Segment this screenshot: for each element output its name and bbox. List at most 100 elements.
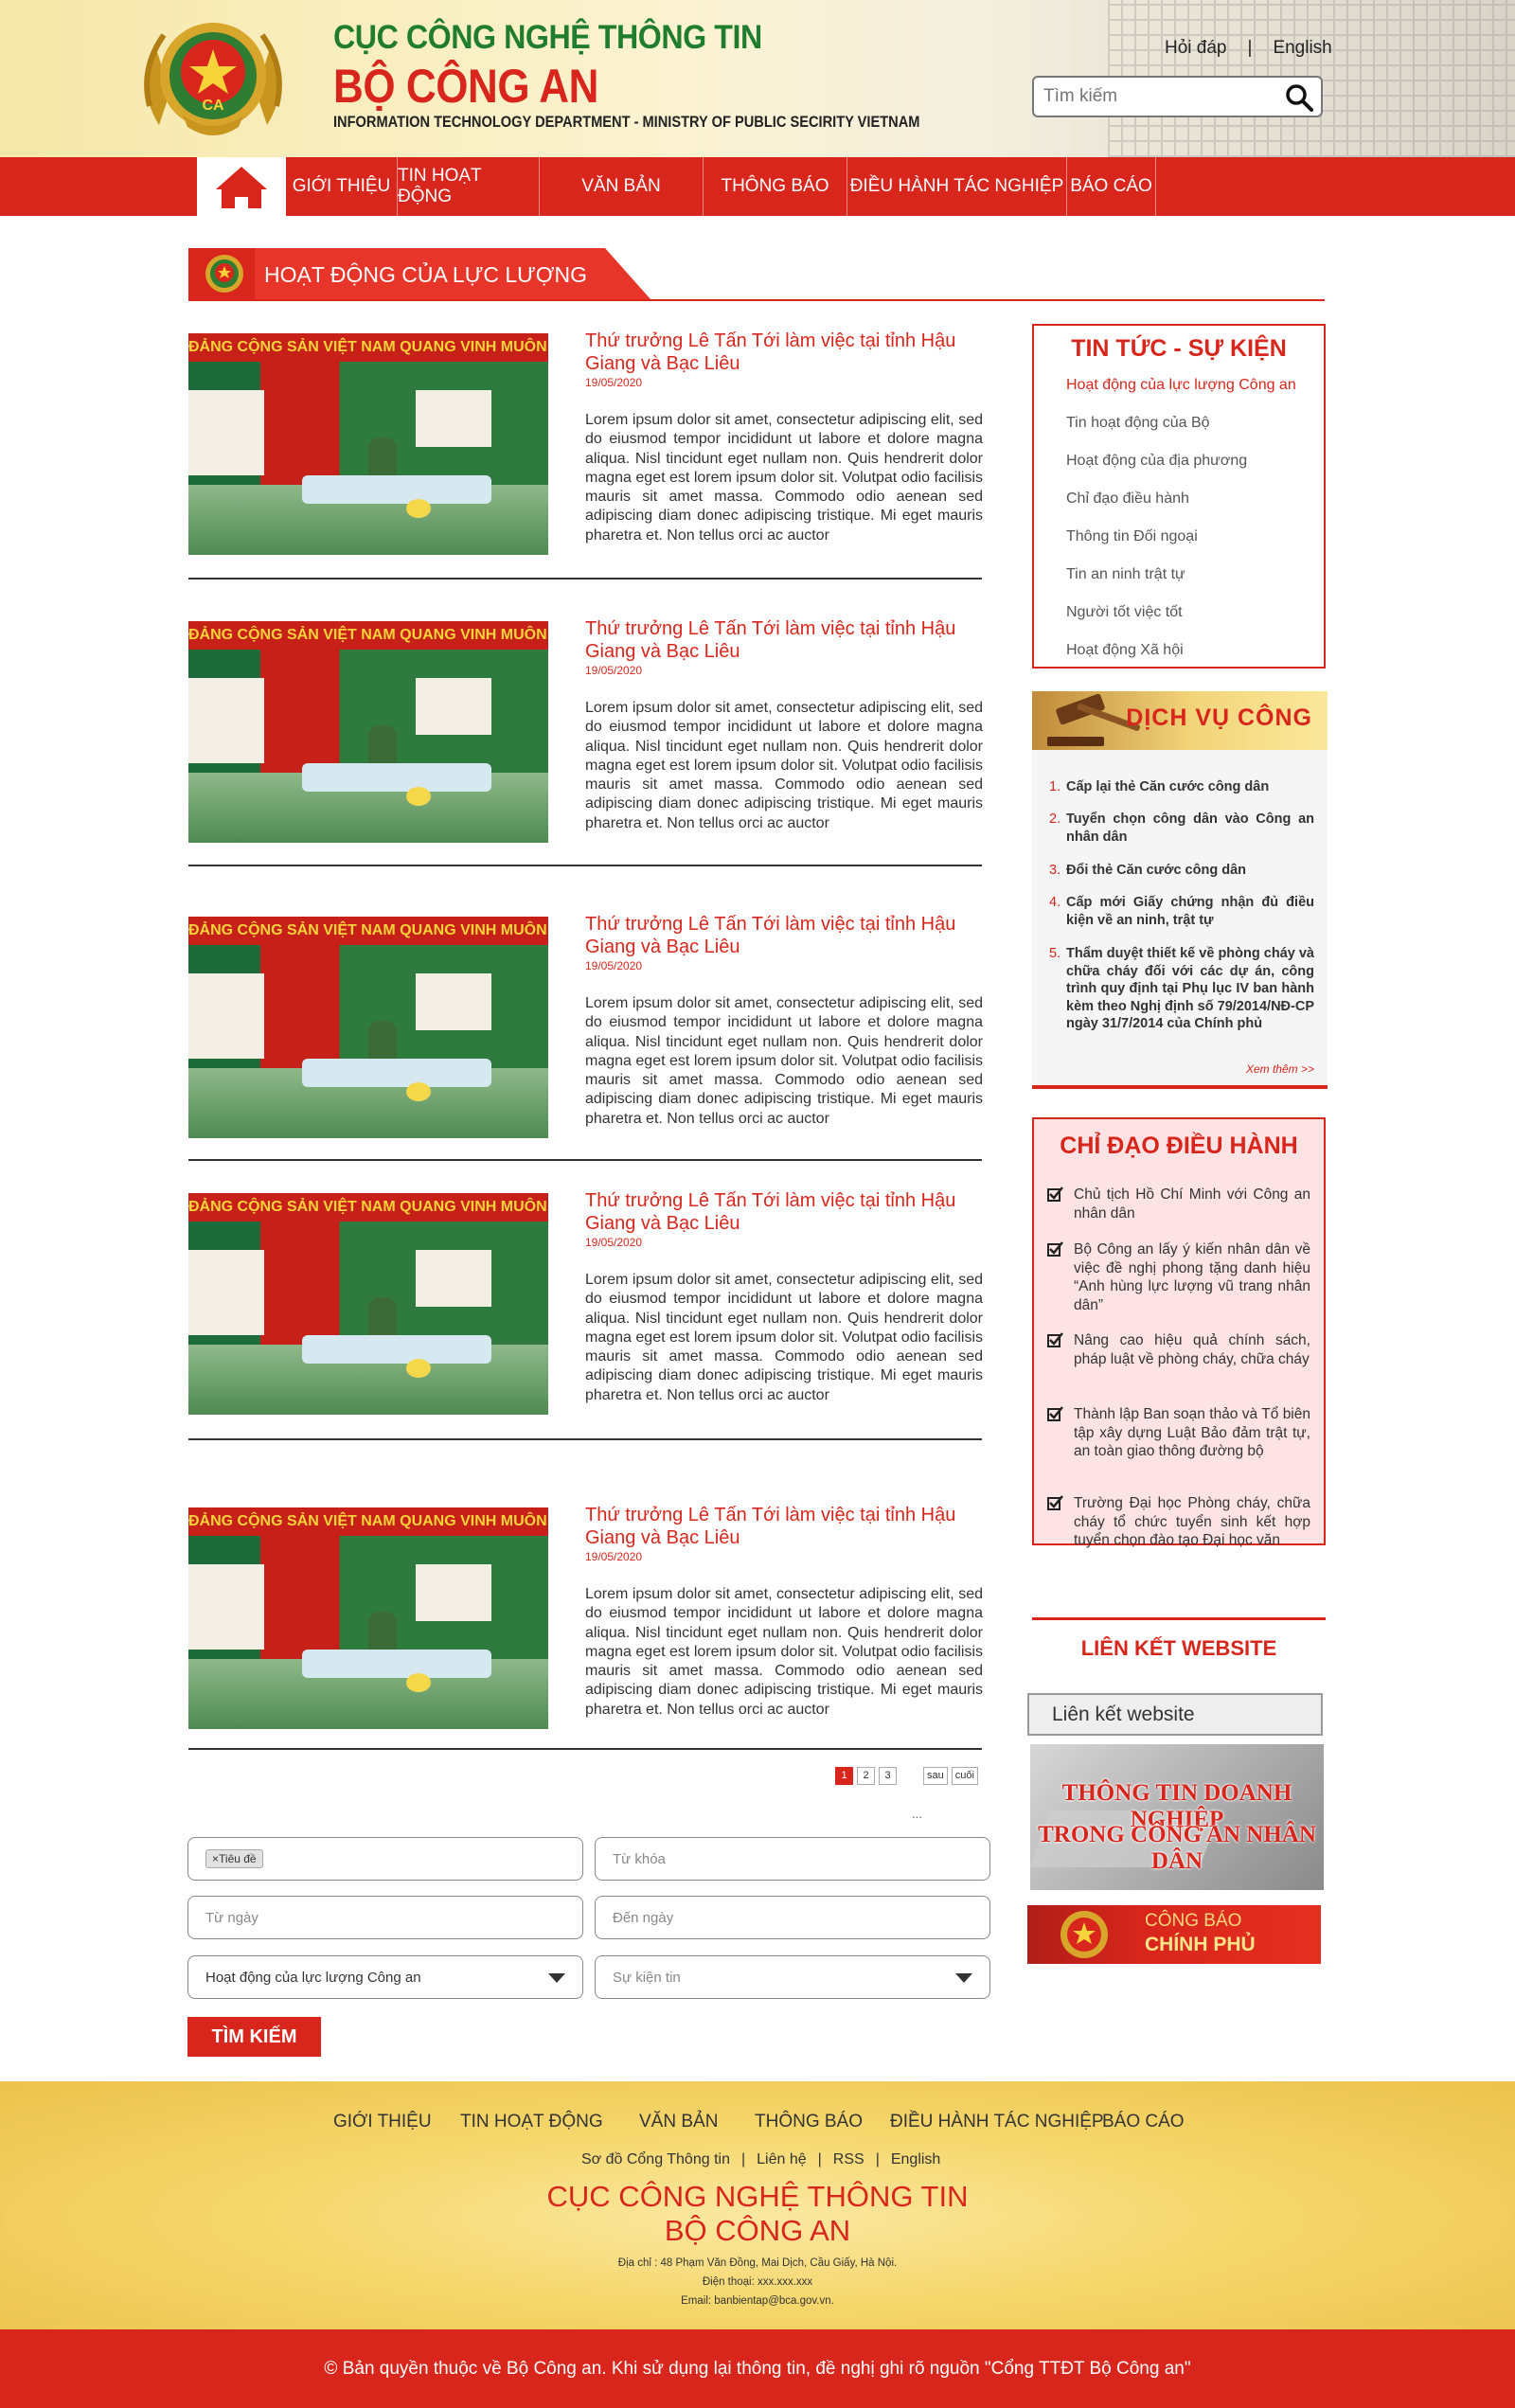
news-link[interactable]: Người tốt việc tốt — [1066, 604, 1183, 621]
service-item[interactable]: 2. Tuyển chọn công dân vào Công an nhân d… — [1049, 811, 1314, 846]
nav-item-dieu-hanh-tac-nghiep[interactable]: ĐIỀU HÀNH TÁC NGHIỆP — [847, 157, 1067, 216]
police-emblem-logo[interactable]: CA — [131, 11, 295, 149]
category-select[interactable]: Hoạt động của lực lượng Công an — [187, 1955, 583, 1999]
national-emblem-icon — [1060, 1911, 1108, 1958]
service-item[interactable]: 1. Cấp lại thẻ Căn cước công dân — [1049, 778, 1314, 796]
checkbox-checked-icon — [1047, 1186, 1063, 1203]
footer-english-link[interactable]: English — [891, 2151, 940, 2167]
faq-link[interactable]: Hỏi đáp — [1165, 38, 1227, 59]
service-item[interactable]: 4. Cấp mới Giấy chứng nhận đủ điều kiện v… — [1049, 894, 1314, 929]
article-thumbnail[interactable]: ĐẢNG CỘNG SẢN VIỆT NAM QUANG VINH MUÔN N… — [188, 621, 548, 843]
article-excerpt: Lorem ipsum dolor sit amet, consectetur … — [585, 1272, 983, 1403]
article-thumbnail[interactable]: ĐẢNG CỘNG SẢN VIỆT NAM QUANG VINH MUÔN N… — [188, 917, 548, 1138]
article-title[interactable]: Thứ trưởng Lê Tấn Tới làm việc tại tỉnh … — [585, 913, 983, 958]
nav-item-bao-cao[interactable]: BÁO CÁO — [1067, 157, 1156, 216]
footer-nav-bao-cao[interactable]: BÁO CÁO — [1102, 2112, 1185, 2132]
next-page-button[interactable]: sau — [923, 1767, 948, 1785]
direction-item[interactable]: Bộ Công an lấy ý kiến nhân dân về việc đ… — [1074, 1240, 1310, 1314]
page-1[interactable]: 1 — [835, 1767, 853, 1785]
website-links-select[interactable]: Liên kết website — [1027, 1693, 1323, 1736]
separator: | — [1247, 38, 1253, 58]
article-divider — [188, 865, 982, 866]
footer-nav-gioi-thieu[interactable]: GIỚI THIỆU — [333, 2112, 432, 2132]
news-link[interactable]: Tin an ninh trật tự — [1066, 566, 1185, 583]
english-link[interactable]: English — [1273, 38, 1331, 59]
nav-item-gioi-thieu[interactable]: GIỚI THIỆU — [286, 157, 398, 216]
footer-nav-dieu-hanh-tac-nghiep[interactable]: ĐIỀU HÀNH TÁC NGHIỆP — [890, 2112, 1104, 2132]
service-item[interactable]: 5. Thẩm duyệt thiết kế về phòng cháy và c… — [1049, 945, 1314, 1033]
service-item[interactable]: 3. Đổi thẻ Căn cước công dân — [1049, 862, 1314, 880]
title-tag[interactable]: ×Tiêu đề — [205, 1849, 263, 1868]
article-thumbnail[interactable]: ĐẢNG CỘNG SẢN VIỆT NAM QUANG VINH MUÔN N… — [188, 333, 548, 555]
news-link[interactable]: Tin hoạt động của Bộ — [1066, 415, 1210, 432]
to-date-field[interactable]: Đến ngày — [595, 1896, 990, 1939]
service-item-text: Cấp lại thẻ Căn cước công dân — [1066, 779, 1270, 794]
article-title[interactable]: Thứ trưởng Lê Tấn Tới làm việc tại tỉnh … — [585, 330, 983, 375]
search-input[interactable] — [1034, 78, 1271, 116]
news-link[interactable]: Hoạt động Xã hội — [1066, 642, 1184, 659]
article-thumbnail[interactable]: ĐẢNG CỘNG SẢN VIỆT NAM QUANG VINH MUÔN N… — [188, 1193, 548, 1415]
svg-text:CA: CA — [202, 98, 224, 114]
public-service-banner[interactable]: DỊCH VỤ CÔNG — [1032, 691, 1328, 750]
home-button[interactable] — [197, 157, 286, 216]
article-thumbnail[interactable]: ĐẢNG CỘNG SẢN VIỆT NAM QUANG VINH MUÔN N… — [188, 1507, 548, 1729]
dropdown-caret-icon — [548, 1973, 565, 1983]
keyword-field[interactable]: Từ khóa — [595, 1837, 990, 1881]
article-date: 19/05/2020 — [585, 1550, 643, 1563]
from-date-field[interactable]: Từ ngày — [187, 1896, 583, 1939]
banner1-line2: TRONG CÔNG AN NHÂN DÂN — [1038, 1822, 1316, 1874]
tag-remove-icon[interactable]: × — [212, 1852, 219, 1865]
banner2-line2: CHÍNH PHỦ — [1145, 1934, 1256, 1955]
footer-nav-thong-bao[interactable]: THÔNG BÁO — [755, 2112, 863, 2132]
service-item-number: 1. — [1049, 779, 1061, 794]
direction-item[interactable]: Nâng cao hiệu quả chính sách, pháp luật … — [1074, 1331, 1310, 1368]
footer-nav-van-ban[interactable]: VĂN BẢN — [639, 2112, 718, 2132]
last-page-button[interactable]: cuối — [951, 1767, 978, 1785]
pagination-ellipsis: ... — [912, 1807, 922, 1821]
tag-label: Tiêu đề — [219, 1852, 257, 1865]
site-title-line2: BỘ CÔNG AN — [333, 60, 598, 113]
top-links: Hỏi đáp | English — [1165, 38, 1332, 59]
keyword-placeholder: Từ khóa — [613, 1850, 666, 1867]
article-date: 19/05/2020 — [585, 959, 643, 972]
nav-item-tin-hoat-dong[interactable]: TIN HOẠT ĐỘNG — [398, 157, 540, 216]
service-item-text: Cấp mới Giấy chứng nhận đủ điều kiện về … — [1066, 895, 1314, 928]
contact-link[interactable]: Liên hệ — [757, 2151, 807, 2167]
direction-item[interactable]: Chủ tịch Hồ Chí Minh với Công an nhân dâ… — [1074, 1186, 1310, 1222]
section-title: HOẠT ĐỘNG CỦA LỰC LƯỢNG — [264, 262, 588, 287]
rss-link[interactable]: RSS — [833, 2151, 864, 2167]
news-link[interactable]: Thông tin Đối ngoại — [1066, 528, 1198, 545]
event-select[interactable]: Sự kiện tin — [595, 1955, 990, 1999]
article-title[interactable]: Thứ trưởng Lê Tấn Tới làm việc tại tỉnh … — [585, 617, 983, 663]
search-submit-button[interactable]: TÌM KIẾM — [187, 2017, 321, 2057]
banner2-line1: CÔNG BÁO — [1145, 1911, 1242, 1931]
article-title[interactable]: Thứ trưởng Lê Tấn Tới làm việc tại tỉnh … — [585, 1504, 983, 1549]
search-box — [1032, 76, 1323, 117]
footer-org-name-2: BỘ CÔNG AN — [664, 2214, 851, 2247]
footer-links: Sơ đồ Cổng Thông tin | Liên hệ | RSS | English — [581, 2151, 940, 2168]
article-date: 19/05/2020 — [585, 376, 643, 389]
sitemap-link[interactable]: Sơ đồ Cổng Thông tin — [581, 2151, 730, 2167]
category-value: Hoạt động của lực lượng Công an — [205, 1969, 421, 1986]
news-link[interactable]: Hoạt động của lực lượng Công an — [1066, 377, 1296, 394]
footer-nav-tin-hoat-dong[interactable]: TIN HOẠT ĐỘNG — [460, 2112, 603, 2132]
page-3[interactable]: 3 — [879, 1767, 897, 1785]
image-banner-text: ĐẢNG CỘNG SẢN VIỆT NAM QUANG VINH MUÔN N… — [188, 333, 548, 362]
nav-item-van-ban[interactable]: VĂN BẢN — [540, 157, 704, 216]
nav-item-thong-bao[interactable]: THÔNG BÁO — [704, 157, 847, 216]
image-banner-text: ĐẢNG CỘNG SẢN VIỆT NAM QUANG VINH MUÔN N… — [188, 621, 548, 650]
direction-item[interactable]: Trường Đại học Phòng cháy, chữa cháy tổ … — [1074, 1494, 1310, 1550]
enterprise-info-banner[interactable]: THÔNG TIN DOANH NGHIỆP TRONG CÔNG AN NHÂ… — [1030, 1744, 1324, 1890]
government-gazette-banner[interactable]: CÔNG BÁO CHÍNH PHỦ — [1027, 1905, 1321, 1964]
copyright-bar: © Bản quyền thuộc về Bộ Công an. Khi sử … — [0, 2329, 1515, 2408]
article-title[interactable]: Thứ trưởng Lê Tấn Tới làm việc tại tỉnh … — [585, 1189, 983, 1235]
direction-item[interactable]: Thành lập Ban soạn thảo và Tổ biên tập x… — [1074, 1405, 1310, 1461]
news-link[interactable]: Hoạt động của địa phương — [1066, 453, 1247, 470]
page-2[interactable]: 2 — [857, 1767, 875, 1785]
search-icon[interactable] — [1285, 83, 1313, 112]
see-more-link[interactable]: Xem thêm >> — [1246, 1062, 1314, 1076]
links-title: LIÊN KẾT WEBSITE — [1080, 1636, 1277, 1660]
news-link[interactable]: Chỉ đạo điều hành — [1066, 491, 1189, 508]
title-filter-field[interactable]: ×Tiêu đề — [187, 1837, 583, 1881]
image-banner-text: ĐẢNG CỘNG SẢN VIỆT NAM QUANG VINH MUÔN N… — [188, 1193, 548, 1222]
